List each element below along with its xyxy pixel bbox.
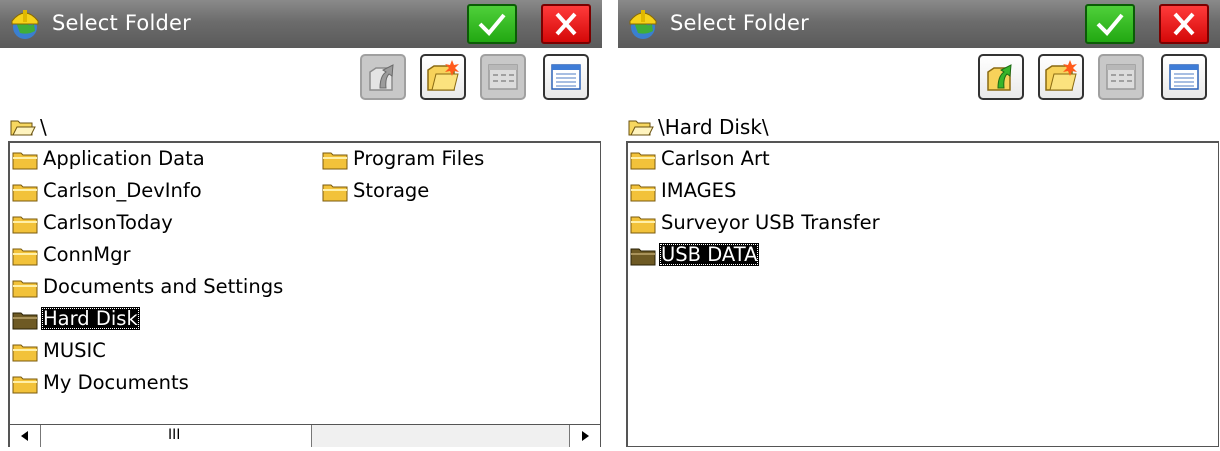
folder-up-button[interactable] <box>360 54 406 100</box>
list-view-icon <box>1106 64 1136 90</box>
folder-list[interactable]: Carlson Art IMAGES Surveyor USB Transfer… <box>626 141 1219 447</box>
detail-view-button[interactable] <box>543 54 589 100</box>
folder-icon <box>322 184 348 202</box>
scroll-grip: III <box>168 427 181 443</box>
folder-label: Application Data <box>43 147 205 170</box>
hard-hat-globe-icon <box>629 10 657 39</box>
folder-icon <box>12 216 38 234</box>
folder-icon <box>12 280 38 298</box>
ok-button[interactable] <box>1085 4 1135 44</box>
folder-icon <box>12 152 38 170</box>
ok-button[interactable] <box>467 4 517 44</box>
open-folder-icon <box>628 120 654 136</box>
panel-divider <box>608 0 612 447</box>
new-folder-button[interactable] <box>1038 54 1084 100</box>
hard-hat-globe-icon <box>11 10 39 39</box>
folder-label: Carlson_DevInfo <box>43 179 202 202</box>
list-view-button[interactable] <box>480 54 526 100</box>
folder-icon <box>12 312 38 330</box>
select-folder-dialog-right: Select Folder \Hard Disk\ Carlson Art IM… <box>618 0 1220 447</box>
list-view-icon <box>488 64 518 90</box>
dialog-title: Select Folder <box>670 11 809 35</box>
folder-label: CarlsonToday <box>43 211 173 234</box>
checkmark-icon <box>1096 13 1124 36</box>
checkmark-icon <box>478 13 506 36</box>
close-button[interactable] <box>1159 4 1209 44</box>
folder-up-arrow-icon <box>987 64 1012 91</box>
close-x-icon <box>1173 12 1195 36</box>
left-arrow-icon <box>21 431 28 441</box>
folder-label: Surveyor USB Transfer <box>661 211 880 234</box>
folder-icon <box>630 184 656 202</box>
folder-icon <box>322 152 348 170</box>
folder-icon <box>12 248 38 266</box>
folder-label: My Documents <box>43 371 189 394</box>
title-bar: Select Folder <box>0 0 602 48</box>
scroll-thumb[interactable]: III <box>41 425 312 447</box>
list-view-button[interactable] <box>1098 54 1144 100</box>
folder-label: Carlson Art <box>661 147 770 170</box>
folder-icon <box>12 376 38 394</box>
folder-label: Hard Disk <box>41 307 140 330</box>
folder-icon <box>630 216 656 234</box>
folder-label: Storage <box>353 179 430 202</box>
folder-list[interactable]: Application Data Carlson_DevInfo Carlson… <box>8 141 601 447</box>
folder-label: Documents and Settings <box>43 275 284 298</box>
folder-label: MUSIC <box>43 339 106 362</box>
close-x-icon <box>555 12 577 36</box>
folder-icon <box>630 152 656 170</box>
folder-up-button[interactable] <box>978 54 1024 100</box>
horizontal-scrollbar[interactable]: III <box>10 424 600 447</box>
folder-label: ConnMgr <box>43 243 131 266</box>
folder-icon <box>630 248 656 266</box>
scroll-left-button[interactable] <box>10 425 41 447</box>
new-folder-icon <box>427 60 459 91</box>
folder-label: IMAGES <box>661 179 737 202</box>
path-text: \ <box>40 115 47 139</box>
path-text: \Hard Disk\ <box>658 115 769 139</box>
folder-icon <box>12 184 38 202</box>
detail-view-icon <box>551 64 581 90</box>
title-bar: Select Folder <box>618 0 1220 48</box>
close-button[interactable] <box>541 4 591 44</box>
folder-label: Program Files <box>353 147 485 170</box>
right-arrow-icon <box>582 431 589 441</box>
folder-up-arrow-icon <box>369 64 394 91</box>
open-folder-icon <box>10 120 36 136</box>
detail-view-button[interactable] <box>1161 54 1207 100</box>
folder-label: USB DATA <box>659 243 760 266</box>
new-folder-icon <box>1045 60 1077 91</box>
new-folder-button[interactable] <box>420 54 466 100</box>
dialog-title: Select Folder <box>52 11 191 35</box>
detail-view-icon <box>1169 64 1199 90</box>
scroll-right-button[interactable] <box>569 425 600 447</box>
folder-icon <box>12 344 38 362</box>
select-folder-dialog-left: Select Folder \ Application Data Carlson… <box>0 0 602 447</box>
